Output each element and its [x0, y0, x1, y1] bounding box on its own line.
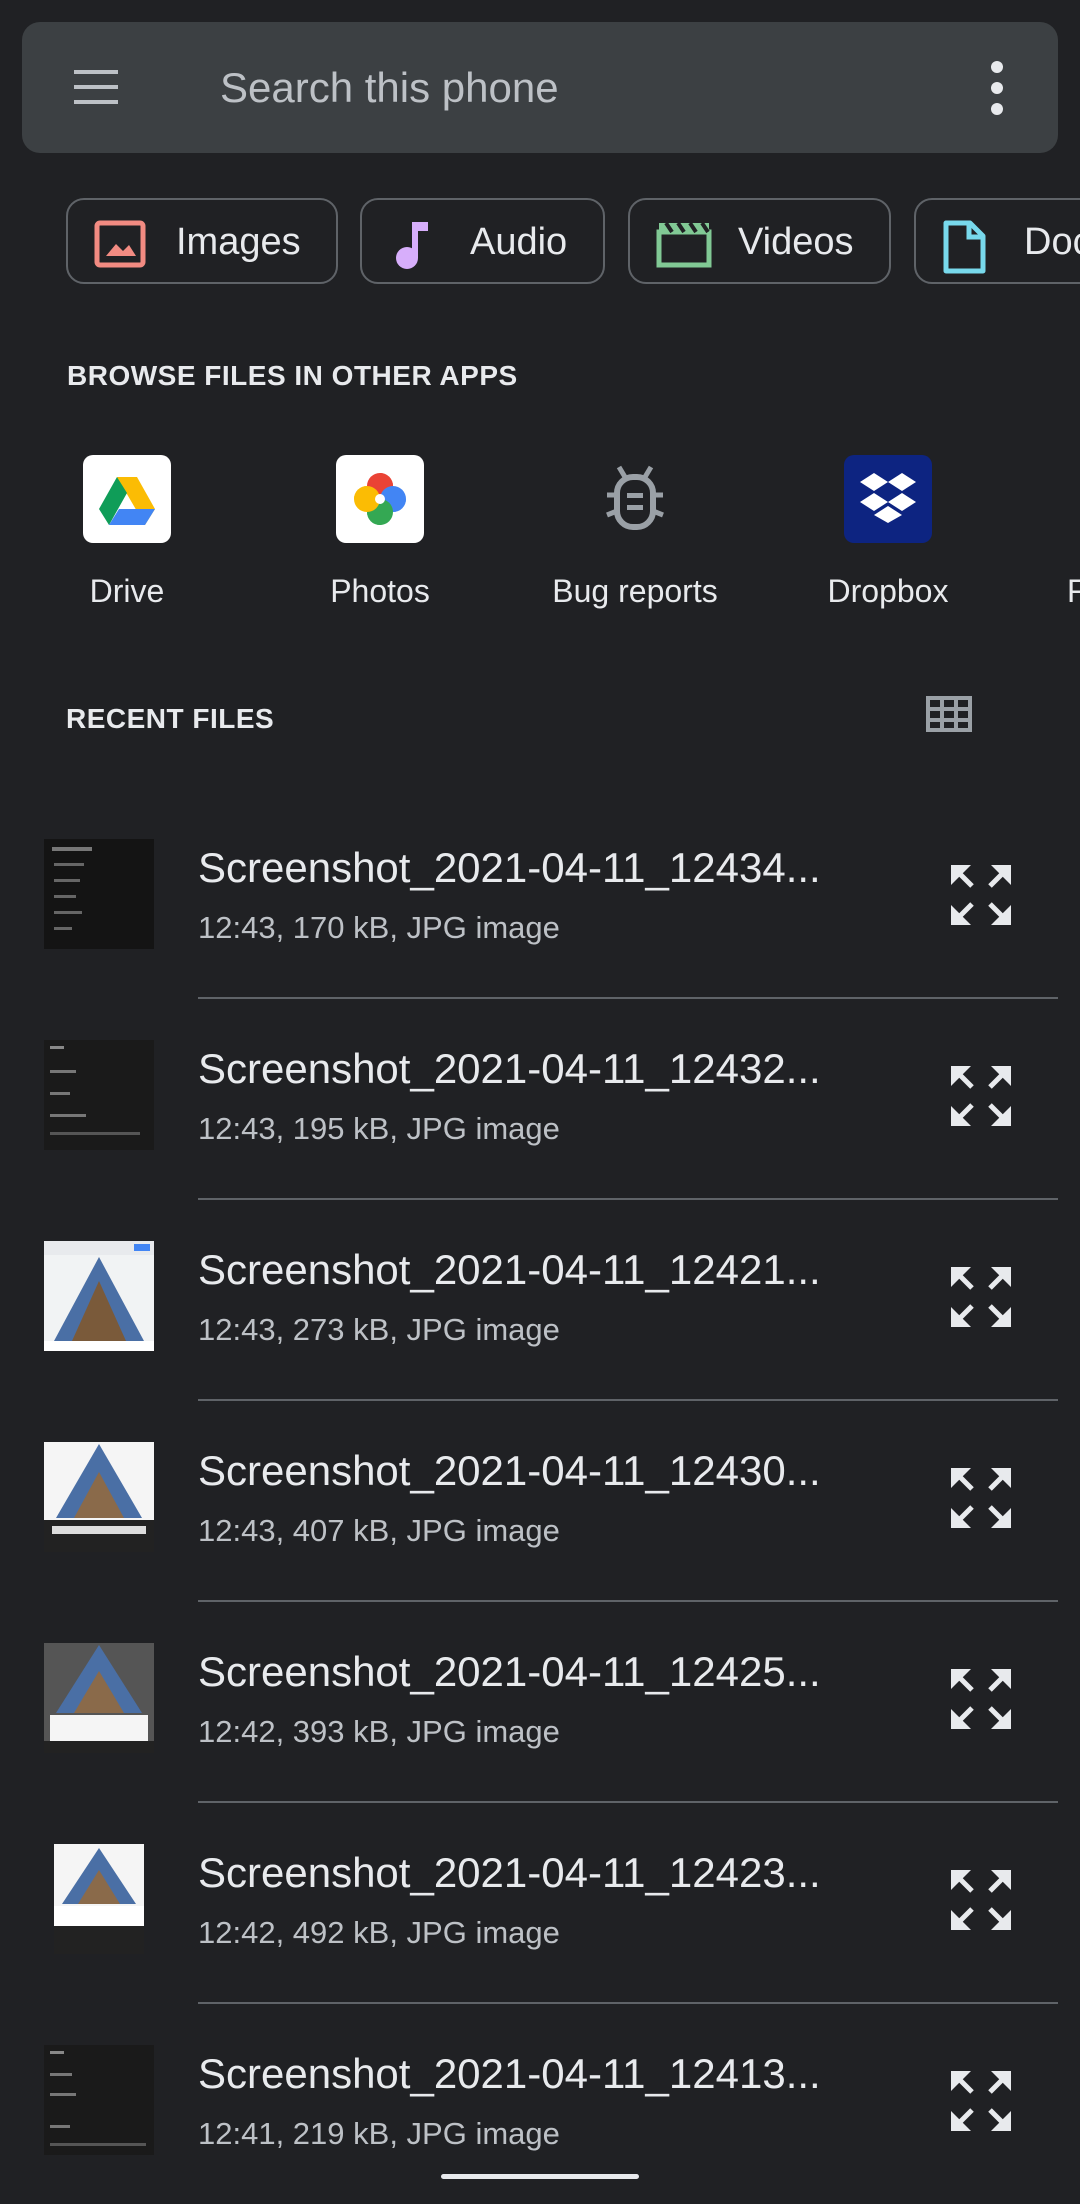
recent-files-title: RECENT FILES [66, 703, 275, 734]
file-thumbnail [44, 839, 154, 949]
list-item[interactable]: Screenshot_2021-04-11_12434... 12:43, 17… [0, 798, 1080, 998]
file-thumbnail [44, 1442, 154, 1552]
chip-documents-label: Documents [1024, 221, 1080, 263]
chip-images[interactable]: Images [66, 198, 338, 284]
chip-audio-label: Audio [470, 221, 568, 263]
category-chips: Images Audio Videos Documents [0, 198, 1080, 286]
list-item[interactable]: Screenshot_2021-04-11_12430... 12:43, 40… [0, 1401, 1080, 1601]
bug-icon [591, 455, 679, 543]
chip-images-label: Images [176, 221, 301, 263]
app-dropbox[interactable]: Dropbox [788, 455, 988, 610]
gesture-navigation-bar[interactable] [441, 2174, 639, 2179]
file-meta: 12:43, 273 kB, JPG image [198, 1312, 560, 1347]
chip-documents[interactable]: Documents [914, 198, 1080, 284]
chip-videos-label: Videos [738, 221, 854, 263]
hamburger-menu-icon[interactable] [74, 68, 118, 106]
dropbox-icon [844, 455, 932, 543]
file-name: Screenshot_2021-04-11_12432... [198, 1045, 821, 1092]
file-thumbnail [44, 1241, 154, 1351]
file-thumbnail [44, 1643, 154, 1753]
expand-icon[interactable] [948, 862, 1014, 928]
music-note-icon [396, 222, 428, 269]
file-meta: 12:41, 219 kB, JPG image [198, 2116, 560, 2151]
grid-view-icon[interactable] [926, 696, 972, 732]
file-meta: 12:42, 492 kB, JPG image [198, 1915, 560, 1950]
search-input[interactable]: Search this phone [220, 22, 559, 153]
google-photos-icon [336, 455, 424, 543]
browse-section-title: BROWSE FILES IN OTHER APPS [67, 360, 518, 391]
app-bug-reports[interactable]: Bug reports [535, 455, 735, 610]
app-bug-reports-label: Bug reports [552, 573, 718, 609]
file-thumbnail [44, 1040, 154, 1150]
expand-icon[interactable] [948, 1465, 1014, 1531]
file-name: Screenshot_2021-04-11_12430... [198, 1447, 821, 1494]
app-drive[interactable]: Drive [27, 455, 227, 610]
video-clapper-icon [656, 221, 712, 268]
file-name: Screenshot_2021-04-11_12421... [198, 1246, 821, 1293]
image-icon [94, 220, 146, 268]
app-photos-label: Photos [330, 573, 430, 609]
expand-icon[interactable] [948, 1867, 1014, 1933]
file-meta: 12:43, 195 kB, JPG image [198, 1111, 560, 1146]
app-drive-label: Drive [89, 573, 165, 609]
list-item[interactable]: Screenshot_2021-04-11_12432... 12:43, 19… [0, 999, 1080, 1199]
search-bar[interactable]: Search this phone [22, 22, 1058, 153]
expand-icon[interactable] [948, 1264, 1014, 1330]
file-name: Screenshot_2021-04-11_12434... [198, 844, 821, 891]
other-apps-row: Drive Photos Bug reports Dropbox F [0, 455, 1080, 625]
expand-icon[interactable] [948, 2068, 1014, 2134]
file-name: Screenshot_2021-04-11_12413... [198, 2050, 821, 2097]
app-dropbox-label: Dropbox [827, 573, 949, 609]
app-partial-label: F [1067, 573, 1080, 609]
chip-audio[interactable]: Audio [360, 198, 605, 284]
app-partial[interactable]: F [1041, 455, 1080, 610]
file-thumbnail [44, 2045, 154, 2155]
file-thumbnail [44, 1844, 154, 1954]
list-item[interactable]: Screenshot_2021-04-11_12425... 12:42, 39… [0, 1602, 1080, 1802]
expand-icon[interactable] [948, 1063, 1014, 1129]
file-meta: 12:42, 393 kB, JPG image [198, 1714, 560, 1749]
list-item[interactable]: Screenshot_2021-04-11_12423... 12:42, 49… [0, 1803, 1080, 2003]
file-name: Screenshot_2021-04-11_12423... [198, 1849, 821, 1896]
document-icon [943, 220, 986, 274]
list-item[interactable]: Screenshot_2021-04-11_12421... 12:43, 27… [0, 1200, 1080, 1400]
expand-icon[interactable] [948, 1666, 1014, 1732]
file-meta: 12:43, 170 kB, JPG image [198, 910, 560, 945]
file-meta: 12:43, 407 kB, JPG image [198, 1513, 560, 1548]
more-options-icon[interactable] [990, 60, 1004, 116]
file-name: Screenshot_2021-04-11_12425... [198, 1648, 821, 1695]
google-drive-icon [83, 455, 171, 543]
app-photos[interactable]: Photos [280, 455, 480, 610]
chip-videos[interactable]: Videos [628, 198, 891, 284]
